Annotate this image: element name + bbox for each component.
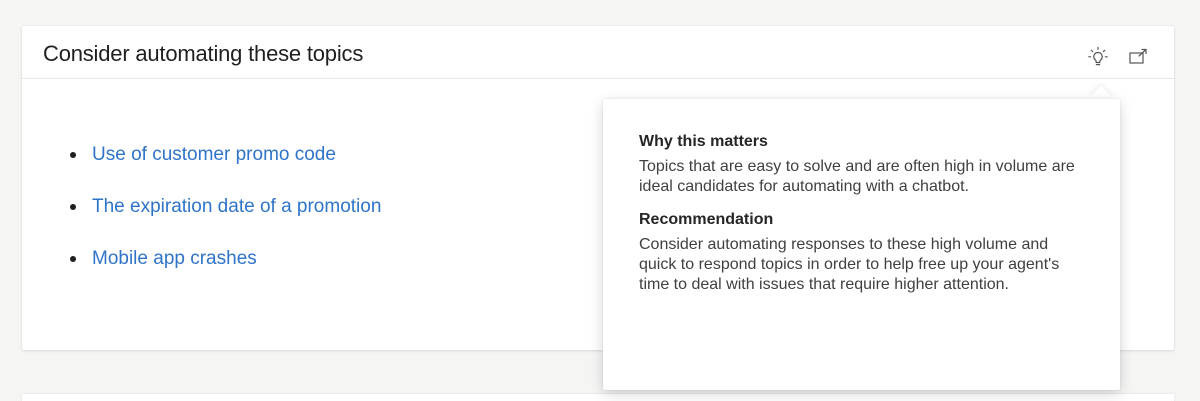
page: Consider automating these topics Use of …: [0, 0, 1200, 401]
list-item: The expiration date of a promotion: [70, 195, 381, 247]
card-title: Consider automating these topics: [43, 41, 364, 66]
topic-link[interactable]: The expiration date of a promotion: [92, 195, 381, 219]
card-header: Consider automating these topics: [22, 26, 1174, 79]
topic-link[interactable]: Mobile app crashes: [92, 247, 257, 271]
bullet-icon: [70, 204, 76, 210]
topic-list: Use of customer promo code The expiratio…: [70, 143, 381, 299]
recommendation-text: Consider automating responses to these h…: [639, 236, 1060, 293]
tooltip-content: Why this matters Topics that are easy to…: [639, 133, 1089, 309]
bullet-icon: [70, 256, 76, 262]
popout-icon-graphic: [1129, 48, 1147, 64]
lightbulb-icon[interactable]: [1086, 45, 1110, 69]
lightbulb-icon-graphic: [1088, 46, 1108, 66]
topic-link[interactable]: Use of customer promo code: [92, 143, 336, 167]
why-text: Topics that are easy to solve and are of…: [639, 158, 1075, 195]
next-card: [22, 394, 1174, 401]
why-heading: Why this matters: [639, 133, 768, 150]
list-item: Use of customer promo code: [70, 143, 381, 195]
popout-icon[interactable]: [1126, 45, 1150, 69]
list-item: Mobile app crashes: [70, 247, 381, 299]
bullet-icon: [70, 152, 76, 158]
insight-tooltip: Why this matters Topics that are easy to…: [603, 99, 1120, 390]
header-actions: [1086, 45, 1150, 69]
recommendation-heading: Recommendation: [639, 211, 774, 228]
